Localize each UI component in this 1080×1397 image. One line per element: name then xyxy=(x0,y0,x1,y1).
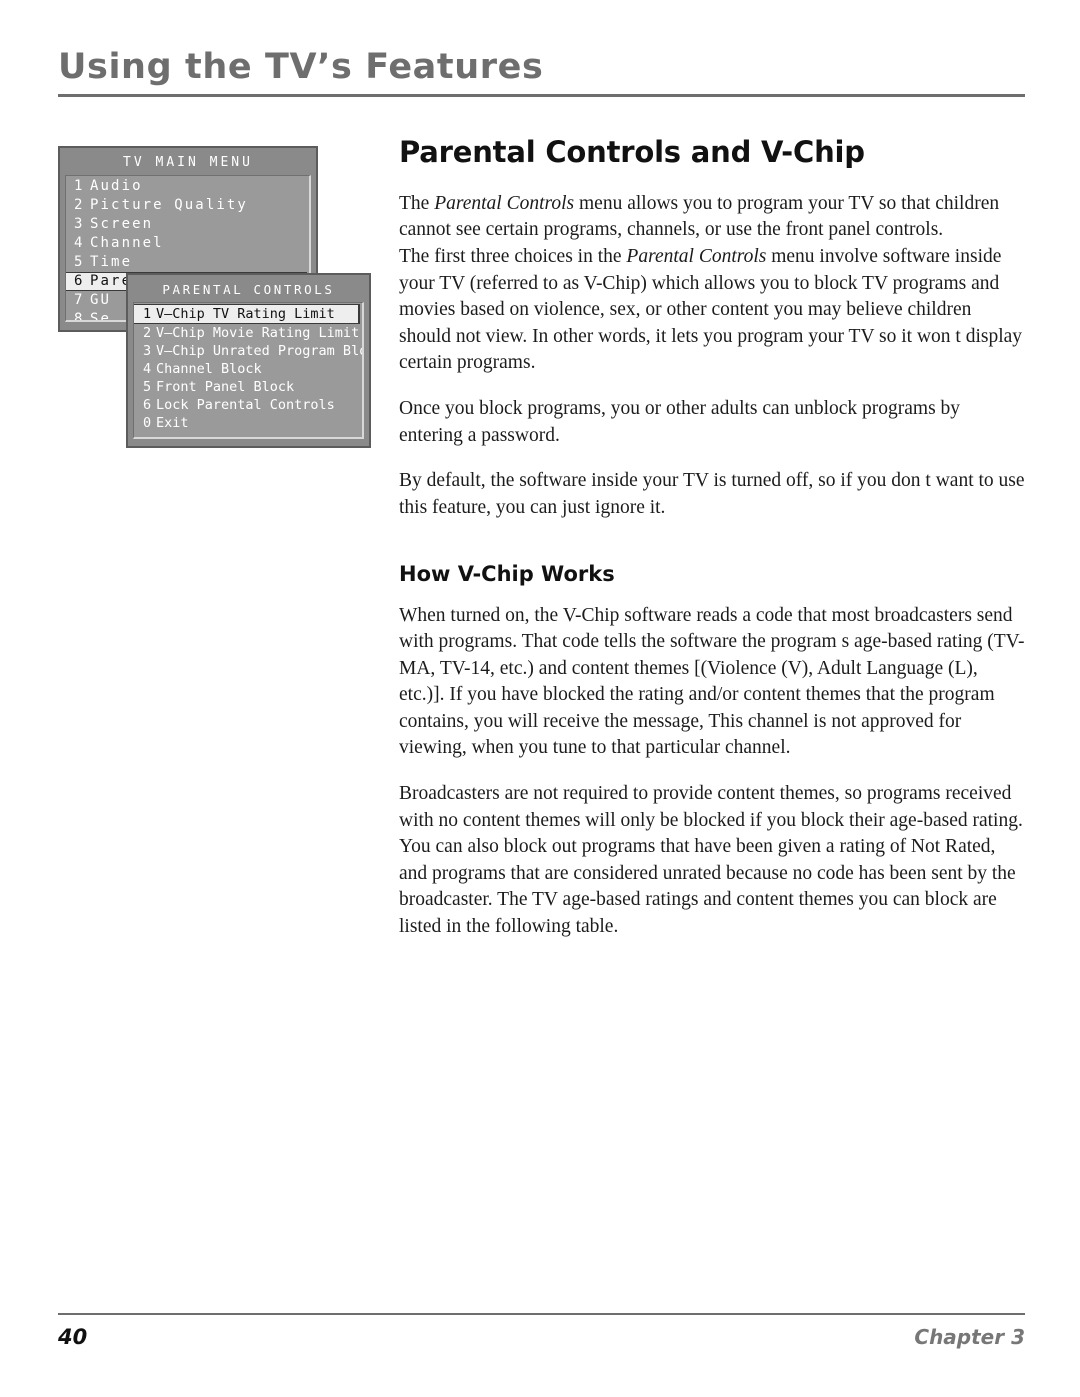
menu-item-label: Audio xyxy=(90,178,143,194)
submenu-item-vchip-unrated-program-block[interactable]: 3 V–Chip Unrated Program Block xyxy=(134,342,362,360)
paragraph-text: The xyxy=(399,192,435,214)
submenu-item-label: V–Chip Unrated Program Block xyxy=(156,343,364,359)
submenu-item-vchip-movie-rating-limit[interactable]: 2 V–Chip Movie Rating Limit xyxy=(134,324,362,342)
menu-item-screen[interactable]: 3 Screen xyxy=(66,215,309,234)
paragraph-text: The first three choices in the xyxy=(399,246,627,268)
submenu-item-lock-parental-controls[interactable]: 6 Lock Parental Controls xyxy=(134,396,362,414)
parental-controls-menu-panel: PARENTAL CONTROLS 1 V–Chip TV Rating Limi… xyxy=(126,273,371,448)
paragraph-broadcasters: Broadcasters are not required to provide… xyxy=(399,783,1023,938)
menu-item-number: 8 xyxy=(74,311,85,322)
submenu-item-label: Channel Block xyxy=(156,361,262,377)
menu-item-label: GU xyxy=(90,292,112,308)
menu-item-label: Time xyxy=(90,254,133,270)
chapter-label: Chapter 3 xyxy=(914,1325,1025,1349)
submenu-item-number: 2 xyxy=(143,325,152,341)
parental-controls-menu-title: PARENTAL CONTROLS xyxy=(162,282,335,297)
menu-item-audio[interactable]: 1 Audio xyxy=(66,177,309,196)
menu-item-number: 7 xyxy=(74,292,85,308)
menu-item-number: 5 xyxy=(74,254,85,270)
submenu-item-front-panel-block[interactable]: 5 Front Panel Block xyxy=(134,378,362,396)
emphasis-parental-controls: Parental Controls xyxy=(434,192,575,214)
subsection-title-how-vchip-works: How V-Chip Works xyxy=(399,562,615,587)
menu-item-number: 2 xyxy=(74,197,85,213)
submenu-item-label: Exit xyxy=(156,415,189,431)
tv-main-menu-title: TV MAIN MENU xyxy=(123,155,253,170)
submenu-item-label: Front Panel Block xyxy=(156,379,295,395)
paragraph-intro-2: The first three choices in the Parental … xyxy=(399,244,1025,377)
footer-divider xyxy=(58,1313,1025,1315)
submenu-item-number: 3 xyxy=(143,343,152,359)
page-running-header: Using the TV’s Features xyxy=(58,50,1025,97)
page-footer: 40 Chapter 3 xyxy=(58,1313,1025,1349)
submenu-item-number: 0 xyxy=(143,415,152,431)
parental-controls-menu-list: 1 V–Chip TV Rating Limit 2 V–Chip Movie Ra… xyxy=(133,302,364,439)
page-title: Parental Controls and V-Chip xyxy=(399,135,865,169)
menu-item-number: 1 xyxy=(74,178,85,194)
menu-item-number: 6 xyxy=(74,273,85,289)
submenu-item-label: Lock Parental Controls xyxy=(156,397,335,413)
menu-item-time[interactable]: 5 Time xyxy=(66,253,309,272)
menu-item-label: Screen xyxy=(90,216,154,232)
paragraph-how-vchip-works: When turned on, the V-Chip software read… xyxy=(399,604,1025,759)
menu-item-label: Picture Quality xyxy=(90,197,248,213)
running-title: Using the TV’s Features xyxy=(58,47,544,87)
emphasis-parental-controls: Parental Controls xyxy=(626,246,767,268)
menu-item-channel[interactable]: 4 Channel xyxy=(66,234,309,253)
submenu-item-exit[interactable]: 0 Exit xyxy=(134,414,362,432)
submenu-item-number: 4 xyxy=(143,361,152,377)
footer-row: 40 Chapter 3 xyxy=(58,1325,1025,1349)
submenu-item-channel-block[interactable]: 4 Channel Block xyxy=(134,360,362,378)
paragraph-default-off: By default, the software inside your TV … xyxy=(399,470,1025,518)
menu-item-label: Se xyxy=(90,311,112,322)
submenu-item-number: 6 xyxy=(143,397,152,413)
menu-item-number: 4 xyxy=(74,235,85,251)
submenu-item-number: 5 xyxy=(143,379,152,395)
menu-item-picture-quality[interactable]: 2 Picture Quality xyxy=(66,196,309,215)
page-number: 40 xyxy=(58,1325,88,1349)
osd-illustration: TV MAIN MENU 1 Audio 2 Picture Quality 3 Sc… xyxy=(58,146,378,456)
menu-item-label: Channel xyxy=(90,235,164,251)
main-content-column: Parental Controls and V-Chip The Parenta… xyxy=(399,135,1025,960)
submenu-item-label: V–Chip TV Rating Limit xyxy=(156,306,335,322)
submenu-item-label: V–Chip Movie Rating Limit xyxy=(156,325,360,341)
paragraph-intro-1: The Parental Controls menu allows you to… xyxy=(399,191,1025,244)
header-divider xyxy=(58,94,1025,97)
menu-item-number: 3 xyxy=(74,216,85,232)
submenu-item-vchip-tv-rating-limit[interactable]: 1 V–Chip TV Rating Limit xyxy=(134,304,360,324)
paragraph-unblock-password: Once you block programs, you or other ad… xyxy=(399,398,961,446)
submenu-item-number: 1 xyxy=(143,306,152,322)
